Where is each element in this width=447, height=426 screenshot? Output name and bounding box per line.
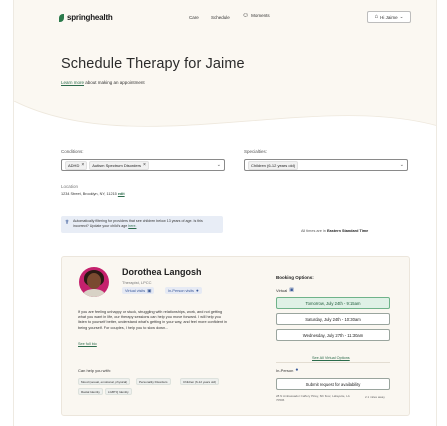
specialty-tag: Children (6-12 years old) [180,378,220,385]
child-icon: ☤ [65,220,70,226]
user-greeting: Hi Jaime [380,14,398,20]
user-menu-button[interactable]: ⌂ Hi Jaime ⌄ [367,11,411,23]
filters-section: Conditions: ADHD × Autism Spectrum Disor… [14,131,436,426]
remove-chip-icon[interactable]: × [143,163,146,168]
specialties-label: Specialties: [244,149,268,154]
virtual-section-label: Virtual ▣ [276,287,294,293]
provider-card: Dorothea Langosh Therapist, LPCC Virtual… [61,256,410,416]
booking-options-heading: Booking Options: [276,275,314,280]
chevron-down-icon: ⌄ [399,14,404,19]
specialty-chip[interactable]: Children (6-12 years old) [248,160,299,170]
location-pin-icon: ● [195,288,199,293]
chevron-down-icon: ⌄ [399,162,404,168]
in-person-visits-badge: In-Person visits ● [165,287,202,294]
location-edit-link[interactable]: edit [118,192,125,196]
leaf-icon [59,13,64,22]
hero-section: Schedule Therapy for Jaime Learn more ab… [14,36,436,191]
nav-schedule-link[interactable]: Schedule [211,15,230,20]
in-person-visits-label: In-Person visits [168,288,194,293]
specialty-tag: Mood (sexual, emotional, physical) [78,378,131,385]
location-label: Location [61,184,79,189]
provider-title: Therapist, LPCC [122,280,152,285]
specialty-tag: LGBTQ Identity [105,388,132,395]
timezone-name: Eastern Standard Time [326,229,369,233]
in-person-section-label: In-Person ● [276,367,298,373]
learn-more-link[interactable]: Learn more [61,80,84,85]
chevron-down-icon: ⌄ [216,162,221,168]
hero-subtitle: Learn more about making an appointment [61,80,145,85]
brand-name: springhealth [67,13,113,22]
video-icon: ▣ [289,287,294,293]
meditation-icon: ☺ [242,12,250,19]
condition-chip-label: ADHD [68,162,80,168]
conditions-label: Conditions: [61,149,84,154]
provider-bio: If you are feeling unhappy or stuck, str… [78,310,228,330]
condition-chip-label: Autism Spectrum Disorders [92,162,141,168]
time-slot-button[interactable]: Tomorrow, July 24th - 9:15am [276,297,390,309]
notice-text: Automatically filtering for providers th… [73,219,219,229]
time-slot-button[interactable]: Wednesday, July 27th - 11:30am [276,329,390,341]
time-slot-button[interactable]: Saturday, July 24th - 10:30am [276,313,390,325]
notice-message: Automatically filtering for providers th… [73,219,203,228]
virtual-label-text: Virtual [276,287,288,293]
conditions-select[interactable]: ADHD × Autism Spectrum Disorders × ⌄ [61,159,225,171]
submit-availability-request-button[interactable]: Submit request for availability [276,378,390,390]
in-person-label-text: In-Person [276,367,294,373]
home-icon: ⌂ [374,14,379,20]
top-navigation: springhealth Care Schedule ☺ Moments ⌂ H… [14,0,436,36]
specialty-tag: Racial Identity [78,388,103,395]
age-filter-notice: ☤ Automatically filtering for providers … [61,216,223,233]
condition-chip[interactable]: ADHD × [65,160,88,170]
divider [276,362,390,363]
nav-care-link[interactable]: Care [189,15,199,20]
nav-moments-link[interactable]: ☺ Moments [242,12,270,19]
specialty-tag: Personality Disorders [136,378,171,385]
helps-with-label: Can help you with: [78,368,111,373]
location-value: 1234 Street, Brooklyn, NY, 11215 edit [61,192,125,196]
learn-more-suffix: about making an appointment [85,80,145,85]
page-title: Schedule Therapy for Jaime [61,56,245,72]
nav-moments-label: Moments [251,13,270,18]
specialty-chip-label: Children (6-12 years old) [251,162,296,168]
location-pin-icon: ● [295,367,299,373]
remove-chip-icon[interactable]: × [81,163,84,168]
office-address: 28 N Ambassador Caffery Pkwy, 6th floor,… [276,394,350,402]
virtual-visits-badge: Virtual visits ▣ [122,287,155,294]
location-address: 1234 Street, Brooklyn, NY, 11215 [61,192,117,196]
see-full-bio-link[interactable]: See full bio [78,342,97,346]
timezone-note: All times are in Eastern Standard Time [301,229,368,233]
spring-health-logo[interactable]: springhealth [59,13,113,22]
update-age-link[interactable]: here. [128,224,136,228]
page: springhealth Care Schedule ☺ Moments ⌂ H… [13,0,437,426]
see-all-virtual-options-link[interactable]: See All Virtual Options [312,356,350,360]
specialties-select[interactable]: Children (6-12 years old) ⌄ [244,159,408,171]
virtual-visits-label: Virtual visits [125,288,146,293]
condition-chip[interactable]: Autism Spectrum Disorders × [89,160,149,170]
provider-name[interactable]: Dorothea Langosh [122,267,202,277]
office-distance: 2.1 miles away [365,395,385,399]
video-icon: ▣ [147,287,152,293]
timezone-prefix: All times are in [301,229,326,233]
provider-avatar[interactable] [79,267,109,297]
